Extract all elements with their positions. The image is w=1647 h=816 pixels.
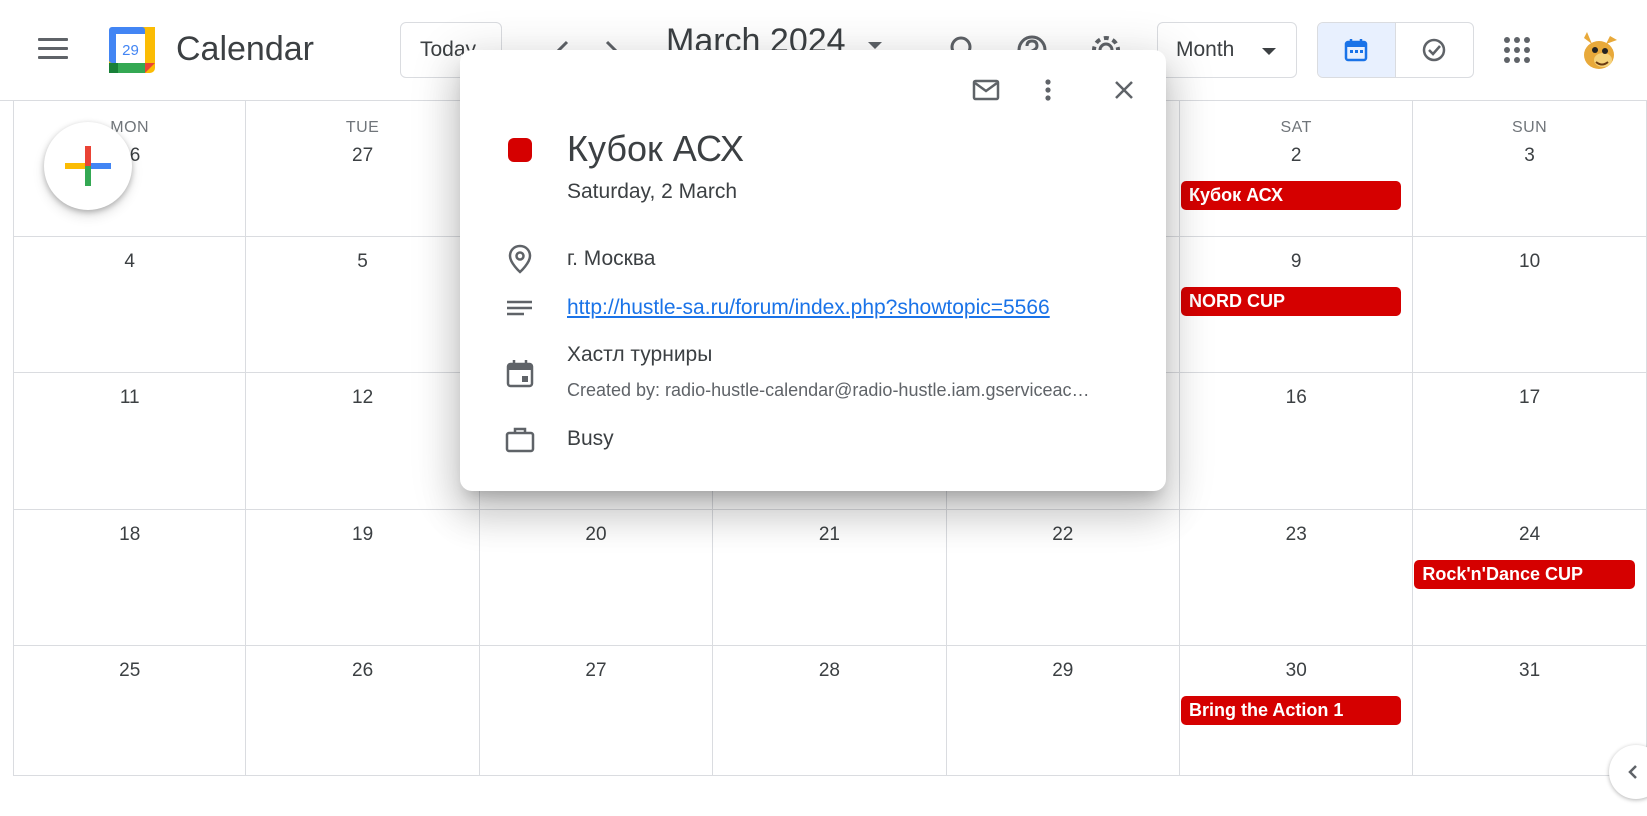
day-cell[interactable]: SUN 3 <box>1413 101 1647 237</box>
day-number[interactable]: 3 <box>1413 145 1645 167</box>
day-cell[interactable]: 27 <box>479 646 714 776</box>
day-number[interactable]: 4 <box>14 251 245 273</box>
event-calendar-name: Хастл турниры <box>567 343 713 366</box>
day-number[interactable]: 31 <box>1413 660 1645 682</box>
day-number[interactable]: 27 <box>480 660 712 682</box>
view-selector[interactable]: Month <box>1157 22 1297 78</box>
main-menu-icon[interactable] <box>38 38 76 64</box>
day-number[interactable]: 2 <box>1180 145 1412 167</box>
day-cell[interactable]: 28 <box>713 646 947 776</box>
day-cell[interactable]: 21 <box>713 510 947 646</box>
day-number[interactable]: 25 <box>14 660 245 682</box>
day-cell[interactable]: 25 <box>13 646 247 776</box>
event-created-by: Created by: radio-hustle-calendar@radio-… <box>567 380 1090 400</box>
event-chip[interactable]: Кубок АСХ <box>1181 181 1402 210</box>
day-cell[interactable]: 12 <box>246 373 480 510</box>
day-number[interactable]: 26 <box>246 660 478 682</box>
location-icon <box>504 243 536 275</box>
app-title: Calendar <box>176 30 314 68</box>
day-number[interactable]: 20 <box>480 524 712 546</box>
event-title: Кубок АСХ <box>567 128 744 169</box>
day-cell[interactable]: 4 <box>13 237 247 373</box>
day-number[interactable]: 12 <box>246 387 478 409</box>
account-avatar[interactable] <box>1570 24 1624 78</box>
day-cell[interactable]: SAT 2 <box>1180 101 1414 237</box>
day-cell[interactable]: TUE 27 <box>246 101 480 237</box>
day-number[interactable]: 22 <box>947 524 1179 546</box>
email-guests-icon[interactable] <box>968 72 1004 108</box>
day-cell[interactable]: 20 <box>479 510 714 646</box>
description-icon <box>504 293 536 325</box>
event-details-dialog: Кубок АСХ Saturday, 2 March г. Москва ht… <box>460 50 1166 491</box>
day-number[interactable]: 9 <box>1180 251 1412 273</box>
view-selector-label: Month <box>1176 38 1235 61</box>
day-number[interactable]: 24 <box>1413 524 1645 546</box>
day-number[interactable]: 28 <box>713 660 945 682</box>
create-button[interactable] <box>44 122 132 210</box>
day-cell[interactable]: 26 <box>246 646 480 776</box>
chevron-left-icon <box>1628 765 1637 779</box>
event-color-swatch <box>508 138 532 162</box>
event-description-link[interactable]: http://hustle-sa.ru/forum/index.php?show… <box>567 296 1050 320</box>
chevron-down-icon <box>1262 48 1276 55</box>
day-cell[interactable]: 11 <box>13 373 247 510</box>
plus-icon <box>65 146 111 186</box>
close-icon[interactable] <box>1106 72 1142 108</box>
event-chip[interactable]: Bring the Action 1 <box>1181 696 1402 725</box>
day-number[interactable]: 29 <box>947 660 1179 682</box>
weekday-label: SUN <box>1511 119 1548 136</box>
day-number[interactable]: 19 <box>246 524 478 546</box>
day-number[interactable]: 18 <box>14 524 245 546</box>
day-cell[interactable]: 29 <box>946 646 1180 776</box>
day-number[interactable]: 17 <box>1413 387 1645 409</box>
day-cell[interactable]: 16 <box>1180 373 1414 510</box>
briefcase-icon <box>504 423 536 455</box>
day-cell[interactable]: 17 <box>1413 373 1647 510</box>
day-cell[interactable]: 18 <box>13 510 247 646</box>
logo-day-number: 29 <box>122 42 139 59</box>
day-number[interactable]: 30 <box>1180 660 1412 682</box>
event-chip[interactable]: Rock'n'Dance CUP <box>1414 560 1635 589</box>
day-number[interactable]: 27 <box>246 145 478 167</box>
event-availability: Busy <box>567 427 614 450</box>
weekday-label: SAT <box>1280 119 1312 136</box>
day-number[interactable]: 5 <box>246 251 478 273</box>
more-options-icon[interactable] <box>1030 72 1066 108</box>
calendar-logo[interactable]: 29 <box>107 25 157 75</box>
weekday-label: TUE <box>345 119 380 136</box>
day-cell[interactable]: 19 <box>246 510 480 646</box>
event-location: г. Москва <box>567 247 656 270</box>
calendar-view-icon[interactable] <box>1318 23 1396 77</box>
day-cell[interactable]: 23 <box>1180 510 1414 646</box>
tasks-icon[interactable] <box>1396 23 1474 77</box>
apps-grid-icon[interactable] <box>1502 35 1532 65</box>
calendar-icon <box>504 357 536 389</box>
event-date: Saturday, 2 March <box>567 180 738 203</box>
day-cell[interactable]: 22 <box>946 510 1180 646</box>
day-cell[interactable]: 10 <box>1413 237 1647 373</box>
day-cell[interactable]: 31 <box>1413 646 1647 776</box>
day-number[interactable]: 16 <box>1180 387 1412 409</box>
day-number[interactable]: 10 <box>1413 251 1645 273</box>
calendar-tasks-toggle <box>1317 22 1474 78</box>
day-number[interactable]: 23 <box>1180 524 1412 546</box>
day-cell[interactable]: 5 <box>246 237 480 373</box>
event-chip[interactable]: NORD CUP <box>1181 287 1402 316</box>
period-dropdown-icon[interactable] <box>868 42 882 49</box>
day-number[interactable]: 11 <box>14 387 245 409</box>
day-number[interactable]: 21 <box>713 524 945 546</box>
